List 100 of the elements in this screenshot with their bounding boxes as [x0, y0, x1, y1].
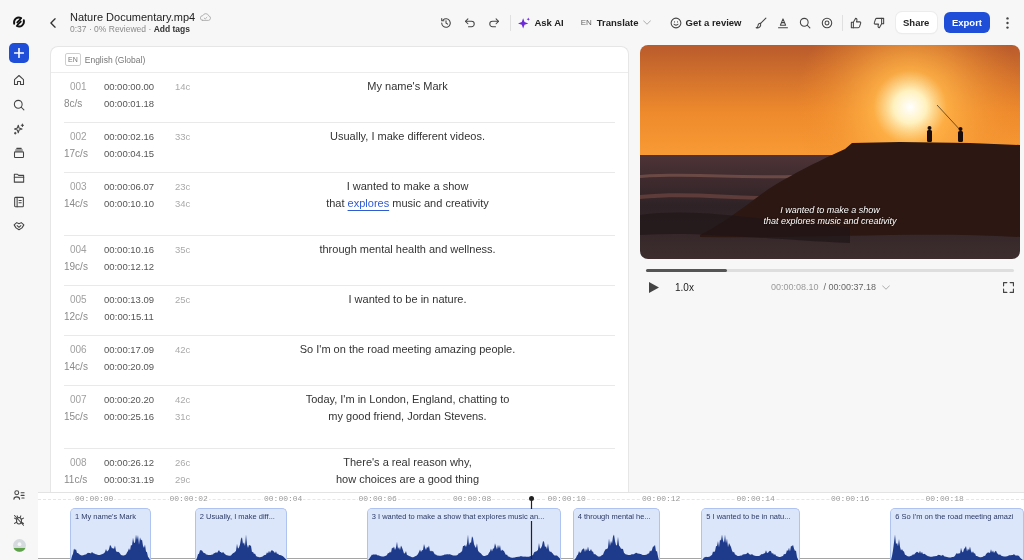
- home-icon[interactable]: [13, 74, 25, 87]
- logo-icon[interactable]: [12, 15, 26, 29]
- fullscreen-icon[interactable]: [1003, 281, 1014, 293]
- ruler-label: 00:00:16: [830, 494, 871, 504]
- share-button[interactable]: Share: [895, 12, 937, 33]
- char-count: 26c: [175, 456, 191, 470]
- char-count: 31c: [175, 410, 191, 424]
- cue-number: 007: [70, 393, 87, 407]
- chars-per-second: 19c/s: [64, 260, 88, 274]
- chars-per-second: 14c/s: [64, 360, 88, 374]
- char-count: 35c: [175, 243, 191, 257]
- video-caption: I wanted to make a show that explores music and creativity: [763, 205, 897, 227]
- ruler-label: 00:00:14: [735, 494, 776, 504]
- start-time[interactable]: 00:00:13.09: [103, 291, 155, 308]
- smiley-icon: [669, 16, 682, 29]
- cue-number: 003: [70, 180, 87, 194]
- thumbs-up-icon[interactable]: [849, 16, 862, 29]
- ruler-label: 00:00:10: [546, 494, 587, 504]
- stack-icon[interactable]: [13, 147, 25, 160]
- ruler-label: 00:00:06: [357, 494, 398, 504]
- char-count: 23c: [175, 180, 191, 194]
- end-time[interactable]: 00:00:25.16: [103, 408, 155, 425]
- chars-per-second: 14c/s: [64, 197, 88, 211]
- sparkles-icon[interactable]: [13, 122, 25, 135]
- search-icon[interactable]: [13, 98, 25, 111]
- cue-number: 005: [70, 293, 87, 307]
- end-time[interactable]: 00:00:01.18: [103, 95, 155, 112]
- speed-button[interactable]: 1.0x: [675, 281, 694, 293]
- add-button[interactable]: [9, 43, 29, 63]
- translate-button[interactable]: EN Translate: [580, 17, 651, 28]
- subtitle-line[interactable]: My name's Mark: [367, 78, 448, 95]
- sparkle-icon: [518, 16, 531, 29]
- start-time[interactable]: 00:00:17.09: [103, 341, 155, 358]
- subtitle-line[interactable]: So I'm on the road meeting amazing people.: [299, 341, 516, 358]
- avatar-icon[interactable]: [12, 539, 26, 552]
- total-time: / 00:00:37.18: [823, 282, 876, 292]
- history-icon[interactable]: [440, 16, 453, 29]
- subtitle-line[interactable]: Today, I'm in London, England, chatting to: [305, 391, 510, 408]
- start-time[interactable]: 00:00:02.16: [103, 128, 155, 145]
- chars-per-second: 15c/s: [64, 410, 88, 424]
- char-count: 25c: [175, 293, 191, 307]
- current-time: 00:00:08.10: [770, 282, 819, 292]
- end-time[interactable]: 00:00:31.19: [103, 471, 155, 488]
- handshake-icon[interactable]: [13, 220, 25, 233]
- cue-number: 002: [70, 130, 87, 144]
- start-time[interactable]: 00:00:00.00: [103, 78, 155, 95]
- get-review-button[interactable]: Get a review: [669, 16, 742, 29]
- settings-icon[interactable]: [820, 16, 833, 29]
- highlighter-icon[interactable]: [776, 16, 789, 29]
- cue-number: 006: [70, 343, 87, 357]
- ruler-label: 00:00:04: [263, 494, 304, 504]
- start-time[interactable]: 00:00:26.12: [103, 454, 155, 471]
- start-time[interactable]: 00:00:06.07: [103, 178, 155, 195]
- ask-ai-button[interactable]: Ask AI: [518, 16, 564, 29]
- subtitle-line[interactable]: how choices are a good thing: [335, 471, 480, 488]
- language-label: English (Global): [84, 54, 146, 65]
- export-button[interactable]: Export: [943, 12, 990, 33]
- back-icon[interactable]: [50, 17, 56, 28]
- search-icon[interactable]: [798, 16, 811, 29]
- document-icon[interactable]: [13, 196, 25, 209]
- subtitle-line[interactable]: through mental health and wellness.: [319, 241, 496, 258]
- crossed-bug-icon[interactable]: [13, 514, 25, 526]
- cue-number: 008: [70, 456, 87, 470]
- subtitle-line[interactable]: my good friend, Jordan Stevens.: [328, 408, 487, 425]
- chars-per-second: 11c/s: [64, 473, 88, 487]
- char-count: 14c: [175, 80, 191, 94]
- char-count: 29c: [175, 473, 191, 487]
- marked-word[interactable]: explores: [347, 197, 390, 209]
- play-icon[interactable]: [649, 281, 659, 293]
- subtitle-line[interactable]: Usually, I make different videos.: [330, 128, 485, 145]
- end-time[interactable]: 00:00:12.12: [103, 258, 155, 275]
- folder-icon[interactable]: [13, 171, 25, 184]
- add-tags-link[interactable]: Add tags: [153, 24, 190, 34]
- subtitle-line[interactable]: There's a real reason why,: [343, 454, 472, 471]
- chars-per-second: 12c/s: [64, 310, 88, 324]
- subtitle-line[interactable]: I wanted to be in nature.: [348, 291, 467, 308]
- thumbs-down-icon[interactable]: [872, 16, 885, 29]
- chars-per-second: 17c/s: [64, 147, 88, 161]
- end-time[interactable]: 00:00:10.10: [103, 195, 155, 212]
- char-count: 42c: [175, 393, 191, 407]
- ruler-label: 00:00:18: [924, 494, 965, 504]
- char-count: 34c: [175, 197, 191, 211]
- subtitle-line[interactable]: I wanted to make a show: [346, 178, 469, 195]
- more-icon[interactable]: [1006, 16, 1009, 29]
- subtitle-line[interactable]: that explores music and creativity: [326, 195, 489, 212]
- undo-icon[interactable]: [464, 16, 477, 29]
- chevron-down-icon: [642, 20, 651, 25]
- end-time[interactable]: 00:00:04.15: [103, 145, 155, 162]
- cloud-icon: [200, 13, 212, 21]
- start-time[interactable]: 00:00:10.16: [103, 241, 155, 258]
- redo-icon[interactable]: [488, 16, 501, 29]
- end-time[interactable]: 00:00:20.09: [103, 358, 155, 375]
- chars-per-second: 8c/s: [64, 97, 83, 111]
- brush-icon[interactable]: [754, 16, 767, 29]
- start-time[interactable]: 00:00:20.20: [103, 391, 155, 408]
- ruler-label: 00:00:02: [168, 494, 209, 504]
- end-time[interactable]: 00:00:15.11: [104, 308, 154, 325]
- people-list-icon[interactable]: [13, 489, 25, 501]
- file-meta: 0:37 · 0% Reviewed · Add tags: [70, 24, 191, 34]
- ruler-label: 00:00:08: [452, 494, 493, 504]
